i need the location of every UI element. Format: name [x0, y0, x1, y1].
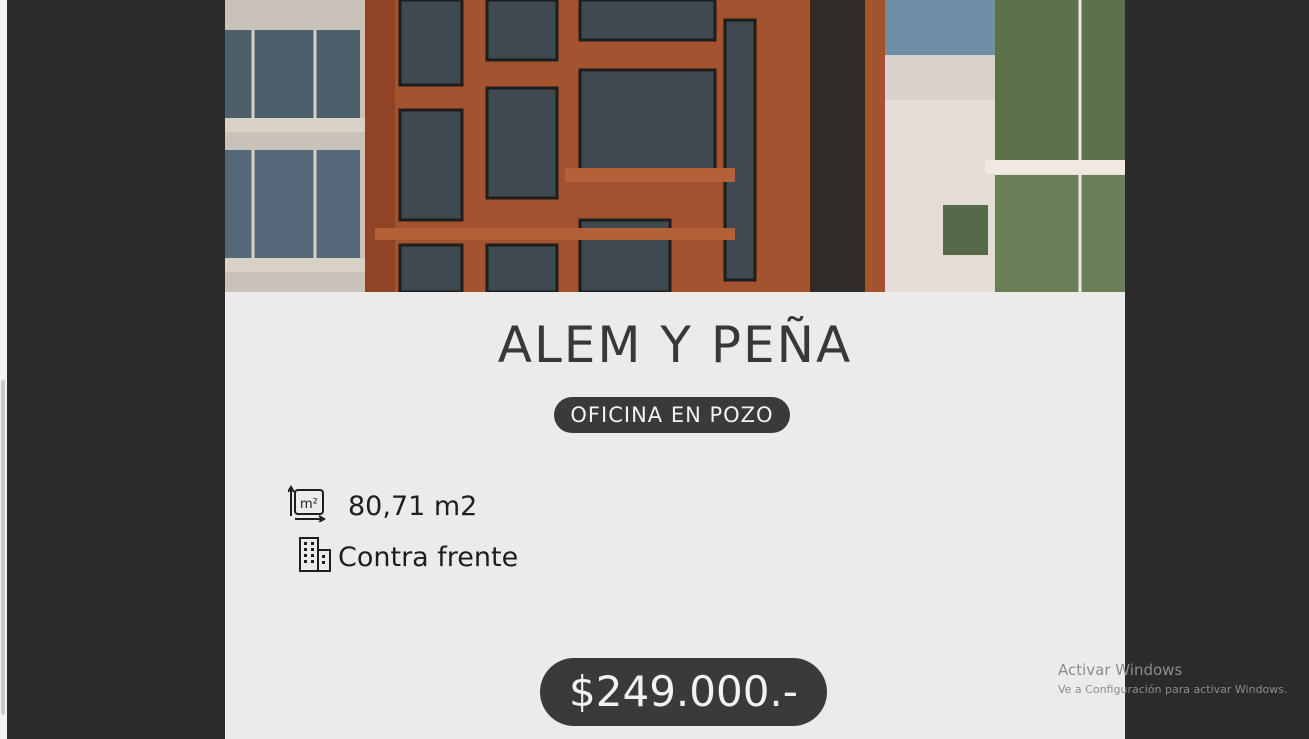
scrollbar-thumb[interactable] [1, 380, 5, 715]
feature-orientation-label: Contra frente [338, 542, 519, 573]
feature-orientation: Contra frente [298, 536, 518, 579]
area-m2-icon: m² [287, 484, 326, 529]
window-left-edge [0, 0, 7, 739]
hero-image [225, 0, 1125, 292]
feature-area-label: 80,71 m2 [348, 491, 478, 522]
page-title: ALEM Y PEÑA [497, 316, 853, 374]
svg-text:m²: m² [300, 497, 318, 512]
listing-card: ALEM Y PEÑA OFICINA EN POZO m² 80,71 m2 [225, 0, 1125, 739]
windows-activation-watermark: Activar Windows Ve a Configuración para … [1058, 661, 1288, 696]
building-icon [298, 536, 332, 579]
feature-area: m² 80,71 m2 [287, 484, 478, 529]
watermark-subtitle: Ve a Configuración para activar Windows. [1058, 683, 1288, 696]
property-type-badge: OFICINA EN POZO [554, 397, 790, 433]
watermark-title: Activar Windows [1058, 661, 1183, 679]
price-badge: $249.000.- [540, 658, 827, 726]
